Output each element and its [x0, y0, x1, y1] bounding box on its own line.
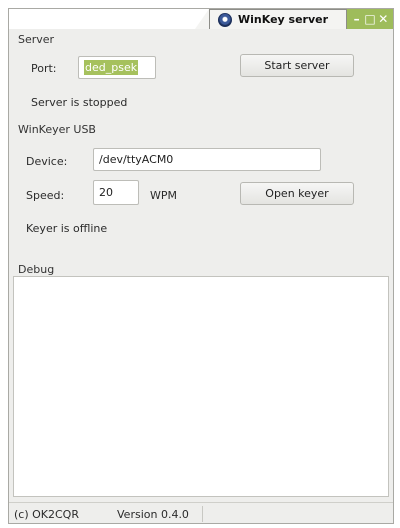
- server-section-label: Server: [18, 33, 55, 46]
- open-keyer-button[interactable]: Open keyer: [240, 182, 354, 205]
- usb-section-label: WinKeyer USB: [18, 123, 96, 136]
- device-label: Device:: [26, 155, 68, 168]
- speed-value: 20: [99, 186, 113, 199]
- app-window: WinKey server – □ ✕ Server Port: ded_pse…: [8, 8, 394, 524]
- title-bar[interactable]: WinKey server – □ ✕: [9, 9, 393, 29]
- app-icon: [218, 12, 232, 27]
- server-status: Server is stopped: [31, 96, 128, 109]
- title-tab-slant: [195, 9, 209, 29]
- port-value: ded_psek: [84, 60, 139, 75]
- debug-section-label: Debug: [18, 263, 55, 276]
- speed-input[interactable]: 20: [93, 180, 139, 205]
- open-keyer-label: Open keyer: [265, 187, 329, 200]
- copyright-text: (c) OK2CQR: [14, 508, 79, 521]
- debug-log[interactable]: [13, 276, 389, 497]
- device-input[interactable]: /dev/ttyACM0: [93, 148, 321, 171]
- port-input[interactable]: ded_psek: [78, 56, 156, 79]
- start-server-label: Start server: [264, 59, 330, 72]
- version-text: Version 0.4.0: [117, 508, 189, 521]
- port-label: Port:: [31, 62, 57, 75]
- status-bar: (c) OK2CQR Version 0.4.0: [9, 502, 393, 524]
- status-separator: [202, 506, 203, 522]
- keyer-status: Keyer is offline: [26, 222, 108, 235]
- close-icon[interactable]: ✕: [377, 13, 389, 25]
- start-server-button[interactable]: Start server: [240, 54, 354, 77]
- title-tab[interactable]: WinKey server: [209, 9, 347, 29]
- speed-label: Speed:: [26, 189, 65, 202]
- window-controls: – □ ✕: [347, 9, 393, 29]
- maximize-icon[interactable]: □: [364, 13, 376, 25]
- device-value: /dev/ttyACM0: [99, 153, 174, 166]
- minimize-icon[interactable]: –: [351, 13, 363, 25]
- speed-unit: WPM: [150, 189, 178, 202]
- window-title: WinKey server: [238, 13, 329, 26]
